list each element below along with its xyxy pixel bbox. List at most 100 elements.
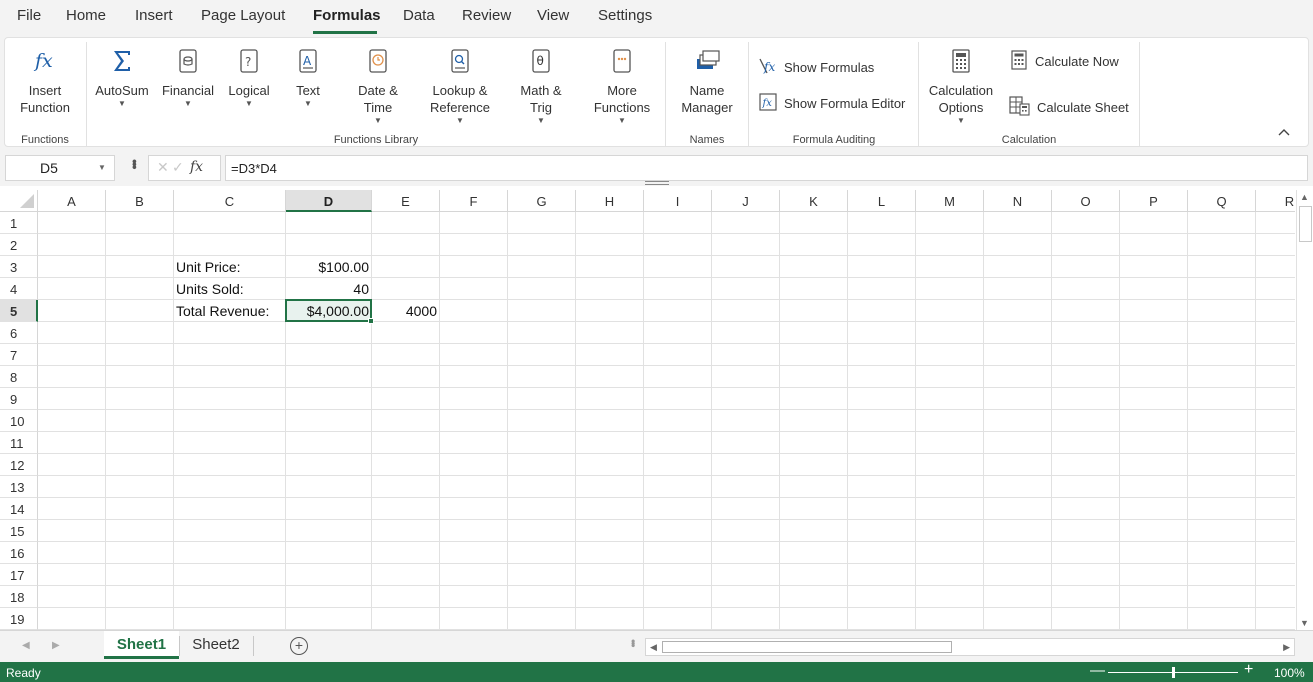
menu-data[interactable]: Data xyxy=(403,7,435,24)
scroll-left-icon[interactable]: ◀ xyxy=(650,642,657,653)
logical-button[interactable]: ? Logical ▼ xyxy=(220,48,278,109)
zoom-out-icon[interactable]: — xyxy=(1090,662,1105,679)
collapse-ribbon-icon[interactable] xyxy=(1278,124,1290,139)
row-header-4[interactable]: 4 xyxy=(0,278,38,300)
date-time-button[interactable]: Date & Time ▼ xyxy=(345,48,411,126)
row-header-1[interactable]: 1 xyxy=(0,212,38,234)
text-button[interactable]: A Text ▼ xyxy=(282,48,334,109)
calculation-options-button[interactable]: Calculation Options ▼ xyxy=(923,48,999,126)
column-header-p[interactable]: P xyxy=(1120,190,1188,212)
add-sheet-icon[interactable]: + xyxy=(290,637,308,655)
more-functions-button[interactable]: More Functions ▼ xyxy=(587,48,657,126)
calculate-now-button[interactable]: Calculate Now xyxy=(1009,50,1119,73)
column-header-n[interactable]: N xyxy=(984,190,1052,212)
row-header-15[interactable]: 15 xyxy=(0,520,38,542)
row-header-18[interactable]: 18 xyxy=(0,586,38,608)
menu-review[interactable]: Review xyxy=(462,7,511,24)
column-header-q[interactable]: Q xyxy=(1188,190,1256,212)
cell-d3[interactable]: $100.00 xyxy=(286,256,369,278)
show-formulas-button[interactable]: fx Show Formulas xyxy=(758,56,874,79)
row-header-13[interactable]: 13 xyxy=(0,476,38,498)
menu-view[interactable]: View xyxy=(537,7,569,24)
row-header-6[interactable]: 6 xyxy=(0,322,38,344)
zoom-in-icon[interactable]: + xyxy=(1244,661,1253,679)
column-header-k[interactable]: K xyxy=(780,190,848,212)
resize-handle[interactable] xyxy=(645,181,669,185)
cell-c5[interactable]: Total Revenue: xyxy=(176,300,269,322)
menu-page-layout[interactable]: Page Layout xyxy=(201,7,285,24)
lookup-reference-button[interactable]: Lookup & Reference ▼ xyxy=(423,48,497,126)
scroll-down-icon[interactable]: ▼ xyxy=(1300,618,1309,628)
scroll-up-icon[interactable]: ▲ xyxy=(1300,192,1309,202)
prev-sheet-icon[interactable]: ◀ xyxy=(22,640,30,651)
column-header-m[interactable]: M xyxy=(916,190,984,212)
more-options-icon[interactable]: ••• xyxy=(127,159,143,168)
formula-input[interactable]: =D3*D4 xyxy=(225,155,1308,181)
scroll-thumb[interactable] xyxy=(1299,206,1312,242)
row-header-19[interactable]: 19 xyxy=(0,608,38,630)
autosum-button[interactable]: AutoSum ▼ xyxy=(91,48,153,109)
row-header-14[interactable]: 14 xyxy=(0,498,38,520)
row-header-3[interactable]: 3 xyxy=(0,256,38,278)
row-header-17[interactable]: 17 xyxy=(0,564,38,586)
insert-function-label-1: Insert xyxy=(28,83,62,98)
next-sheet-icon[interactable]: ▶ xyxy=(52,640,60,651)
column-header-i[interactable]: I xyxy=(644,190,712,212)
fx-icon[interactable]: fx xyxy=(190,159,203,175)
insert-function-button[interactable]: fx Insert Function xyxy=(13,48,77,116)
name-manager-button[interactable]: Name Manager xyxy=(671,48,743,116)
column-header-c[interactable]: C xyxy=(174,190,286,212)
chevron-down-icon[interactable]: ▼ xyxy=(98,163,106,172)
scroll-right-icon[interactable]: ▶ xyxy=(1283,642,1290,653)
column-header-o[interactable]: O xyxy=(1052,190,1120,212)
row-header-12[interactable]: 12 xyxy=(0,454,38,476)
zoom-slider-thumb[interactable] xyxy=(1172,667,1175,678)
svg-text:fx: fx xyxy=(763,60,775,74)
menu-settings[interactable]: Settings xyxy=(598,7,652,24)
cancel-icon[interactable]: ✕ xyxy=(157,159,169,176)
column-header-h[interactable]: H xyxy=(576,190,644,212)
cell-d4[interactable]: 40 xyxy=(286,278,369,300)
gridline xyxy=(371,212,372,630)
column-header-r[interactable]: R xyxy=(1256,190,1295,212)
show-formula-editor-button[interactable]: fx Show Formula Editor xyxy=(758,92,905,115)
cell-d5[interactable]: $4,000.00 xyxy=(286,300,369,322)
date-time-label-1: Date & xyxy=(358,83,398,98)
confirm-icon[interactable]: ✓ xyxy=(172,159,184,176)
menu-home[interactable]: Home xyxy=(66,7,106,24)
spreadsheet-grid[interactable]: A B C D E F G H I J K L M N O P Q R 1 2 3 4 5 6 7 8 9 10 11 12 13 14 15 1… xyxy=(0,190,1295,630)
scroll-thumb[interactable] xyxy=(662,641,952,653)
split-handle-icon[interactable]: ••• xyxy=(626,639,640,646)
horizontal-scrollbar[interactable]: ◀ ▶ xyxy=(645,638,1295,656)
menu-formulas[interactable]: Formulas xyxy=(313,7,381,24)
row-header-7[interactable]: 7 xyxy=(0,344,38,366)
column-header-g[interactable]: G xyxy=(508,190,576,212)
cell-c3[interactable]: Unit Price: xyxy=(176,256,241,278)
column-header-j[interactable]: J xyxy=(712,190,780,212)
row-header-5[interactable]: 5 xyxy=(0,300,38,322)
financial-button[interactable]: Financial ▼ xyxy=(157,48,219,109)
column-header-d[interactable]: D xyxy=(286,190,372,212)
tab-sheet1[interactable]: Sheet1 xyxy=(104,631,179,659)
cell-e5[interactable]: 4000 xyxy=(372,300,437,322)
financial-icon xyxy=(157,48,219,78)
column-header-l[interactable]: L xyxy=(848,190,916,212)
column-header-f[interactable]: F xyxy=(440,190,508,212)
menu-file[interactable]: File xyxy=(17,7,41,24)
row-header-11[interactable]: 11 xyxy=(0,432,38,454)
select-all-corner[interactable] xyxy=(0,190,38,212)
calculate-sheet-button[interactable]: Calculate Sheet xyxy=(1009,96,1129,119)
math-trig-button[interactable]: θ Math & Trig ▼ xyxy=(509,48,573,126)
cell-c4[interactable]: Units Sold: xyxy=(176,278,244,300)
vertical-scrollbar[interactable]: ▲ ▼ xyxy=(1296,190,1313,630)
row-header-2[interactable]: 2 xyxy=(0,234,38,256)
row-header-10[interactable]: 10 xyxy=(0,410,38,432)
row-header-16[interactable]: 16 xyxy=(0,542,38,564)
row-header-8[interactable]: 8 xyxy=(0,366,38,388)
column-header-a[interactable]: A xyxy=(38,190,106,212)
row-header-9[interactable]: 9 xyxy=(0,388,38,410)
column-header-e[interactable]: E xyxy=(372,190,440,212)
tab-sheet2[interactable]: Sheet2 xyxy=(180,631,252,659)
menu-insert[interactable]: Insert xyxy=(135,7,173,24)
column-header-b[interactable]: B xyxy=(106,190,174,212)
